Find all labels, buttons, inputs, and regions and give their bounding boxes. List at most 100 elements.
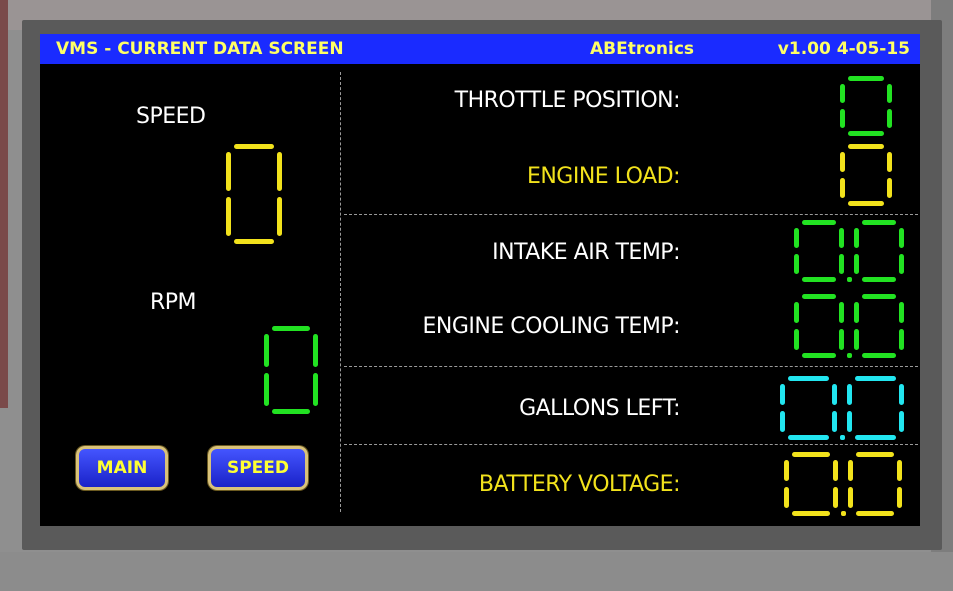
engine-cooling-temp-value: [794, 294, 904, 358]
digit-segment: [794, 302, 799, 323]
digit-segment: [862, 220, 896, 225]
digit-segment: [839, 302, 844, 323]
digit-segment: [226, 197, 231, 236]
digit-segment: [840, 178, 845, 198]
digit-segment: [839, 228, 844, 248]
digit-segment: [854, 302, 859, 323]
digit-segment: [848, 201, 884, 206]
digit-segment: [802, 277, 836, 282]
digit-segment: [788, 435, 829, 440]
display-screen: VMS - CURRENT DATA SCREEN ABEtronics v1.…: [40, 34, 920, 526]
title-bar: VMS - CURRENT DATA SCREEN ABEtronics v1.…: [40, 34, 920, 64]
digit-segment: [839, 254, 844, 274]
digit-segment: [277, 152, 282, 191]
digit-segment: [840, 109, 845, 128]
vertical-divider: [340, 72, 341, 512]
digit-segment: [792, 452, 830, 457]
digit-segment: [272, 326, 310, 331]
digit-segment: [899, 329, 904, 350]
version-info: v1.00 4-05-15: [777, 39, 910, 59]
throttle-label: THROTTLE POSITION:: [454, 88, 681, 113]
row-divider-3: [344, 444, 918, 445]
digit-segment: [226, 152, 231, 191]
rpm-label: RPM: [150, 290, 197, 315]
digit-segment: [899, 411, 904, 432]
digit-segment: [854, 254, 859, 274]
main-button[interactable]: MAIN: [76, 446, 168, 490]
engine-cooling-temp-label: ENGINE COOLING TEMP:: [422, 314, 681, 339]
gallons-left-label: GALLONS LEFT:: [519, 396, 680, 421]
digit-segment: [847, 411, 852, 432]
digit-segment: [780, 411, 785, 432]
bottom-strip: [0, 552, 953, 591]
digit-segment: [794, 228, 799, 248]
digit-segment: [848, 487, 853, 508]
digit-segment: [272, 409, 310, 414]
digit-segment: [313, 334, 318, 367]
decimal-point: [841, 511, 846, 516]
digit-segment: [839, 329, 844, 350]
digit-segment: [854, 228, 859, 248]
screen-title: VMS - CURRENT DATA SCREEN: [56, 39, 344, 59]
brand-name: ABEtronics: [590, 39, 695, 59]
decimal-point: [847, 277, 852, 282]
row-divider-1: [344, 214, 918, 215]
digit-segment: [264, 373, 269, 406]
speed-button[interactable]: SPEED: [208, 446, 308, 490]
digit-segment: [887, 178, 892, 198]
digit-segment: [847, 384, 852, 405]
speed-label: SPEED: [136, 104, 206, 129]
digit-segment: [856, 452, 894, 457]
digit-segment: [794, 329, 799, 350]
intake-air-temp-value: [794, 220, 904, 282]
gallons-left-value: [780, 376, 904, 440]
digit-segment: [832, 411, 837, 432]
rpm-value: [264, 326, 318, 414]
digit-segment: [887, 109, 892, 128]
digit-segment: [840, 84, 845, 103]
digit-segment: [855, 376, 896, 381]
digit-segment: [277, 197, 282, 236]
engine-load-label: ENGINE LOAD:: [526, 164, 681, 189]
digit-segment: [802, 294, 836, 299]
digit-segment: [848, 76, 884, 81]
speed-value: [226, 144, 282, 244]
digit-segment: [862, 353, 896, 358]
digit-segment: [897, 487, 902, 508]
digit-segment: [784, 460, 789, 481]
bezel-left: [0, 0, 8, 408]
digit-segment: [780, 384, 785, 405]
digit-segment: [897, 460, 902, 481]
digit-segment: [856, 511, 894, 516]
digit-segment: [802, 353, 836, 358]
row-divider-2: [344, 366, 918, 367]
digit-segment: [840, 152, 845, 172]
digit-segment: [313, 373, 318, 406]
digit-segment: [887, 152, 892, 172]
digit-segment: [264, 334, 269, 367]
digit-segment: [848, 131, 884, 136]
digit-segment: [788, 376, 829, 381]
digit-segment: [848, 460, 853, 481]
digit-segment: [794, 254, 799, 274]
digit-segment: [862, 294, 896, 299]
decimal-point: [847, 353, 852, 358]
digit-segment: [832, 384, 837, 405]
digit-segment: [833, 460, 838, 481]
decimal-point: [840, 435, 845, 440]
digit-segment: [855, 435, 896, 440]
engine-load-value: [840, 144, 892, 206]
digit-segment: [848, 144, 884, 149]
digit-segment: [899, 228, 904, 248]
digit-segment: [899, 254, 904, 274]
digit-segment: [854, 329, 859, 350]
battery-voltage-value: [784, 452, 902, 516]
digit-segment: [792, 511, 830, 516]
intake-air-temp-label: INTAKE AIR TEMP:: [492, 240, 680, 265]
digit-segment: [833, 487, 838, 508]
digit-segment: [234, 239, 274, 244]
digit-segment: [234, 144, 274, 149]
digit-segment: [802, 220, 836, 225]
throttle-value: [840, 76, 892, 136]
digit-segment: [784, 487, 789, 508]
